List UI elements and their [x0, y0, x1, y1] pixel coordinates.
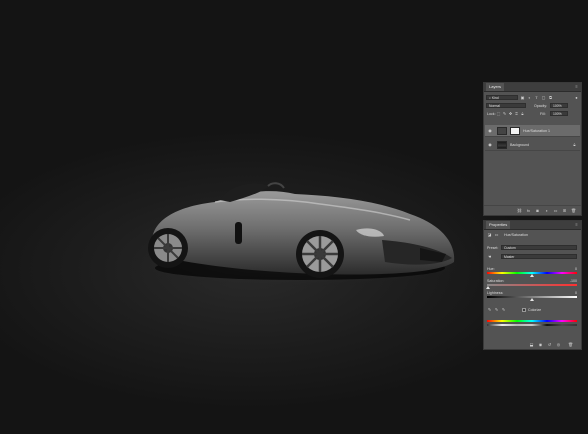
saturation-value[interactable]: -100 [570, 279, 577, 283]
hue-saturation-icon: ◪ [487, 232, 492, 237]
tab-properties[interactable]: Properties [486, 221, 511, 229]
new-group-icon[interactable]: ▭ [553, 208, 558, 213]
eyedropper-icon[interactable]: ✎ [487, 307, 492, 312]
hue-slider-knob[interactable] [530, 274, 534, 277]
eyedropper-minus-icon[interactable]: ✎ [501, 307, 506, 312]
colorize-checkbox[interactable] [522, 308, 526, 312]
filter-kind-value: Kind [491, 96, 499, 100]
blend-mode-select[interactable]: Normal [486, 103, 526, 108]
document-canvas[interactable] [0, 0, 588, 434]
filter-smart-object-icon[interactable]: ⧉ [548, 95, 553, 100]
visibility-eye-icon[interactable]: ◉ [487, 142, 493, 148]
tab-layers[interactable]: Layers [486, 83, 505, 91]
properties-panel: Properties ≡ ◪ ▭ Hue/Saturation Preset: … [483, 220, 582, 350]
lock-transparent-icon[interactable]: ⬚ [496, 111, 501, 116]
lock-position-icon[interactable]: ✥ [508, 111, 513, 116]
new-layer-icon[interactable]: ⊞ [562, 208, 567, 213]
layer-name[interactable]: Background [510, 143, 529, 147]
colorize-label: Colorize [528, 308, 542, 312]
saturation-slider-track[interactable] [487, 284, 577, 286]
layers-panel-header: Layers ≡ [484, 83, 581, 92]
toggle-visibility-icon[interactable]: ◎ [556, 342, 561, 347]
layer-style-icon[interactable]: fx [526, 208, 531, 213]
saturation-label: Saturation: [487, 279, 505, 283]
layers-panel: Layers ≡ ⌕ Kind ▣ ◐ T ▢ ⧉ ● Normal Opaci… [483, 82, 582, 216]
link-layers-icon[interactable]: ⛓ [517, 208, 522, 213]
lock-image-icon[interactable]: ✎ [502, 111, 507, 116]
fill-field[interactable]: 100% [550, 111, 568, 116]
view-previous-icon[interactable]: ◉ [538, 342, 543, 347]
adjustment-layer-icon [497, 127, 507, 135]
layer-thumbnail [497, 141, 507, 149]
filter-pixel-icon[interactable]: ▣ [520, 95, 525, 100]
delete-layer-icon[interactable]: 🗑︎ [571, 208, 576, 213]
clip-to-layer-icon[interactable]: ⬓ [529, 342, 534, 347]
fill-label: Fill: [540, 112, 546, 116]
lock-label: Lock: [487, 112, 496, 116]
delete-adjustment-icon[interactable]: 🗑︎ [568, 342, 573, 347]
lock-artboard-icon[interactable]: ⌗ [514, 111, 519, 116]
filter-adjustment-icon[interactable]: ◐ [527, 95, 532, 100]
mask-icon[interactable]: ▭ [494, 232, 499, 237]
lightness-label: Lightness: [487, 291, 504, 295]
channel-select[interactable]: Master [501, 254, 577, 259]
targeted-adjustment-hand-icon[interactable]: ☚ [487, 254, 492, 259]
panel-menu-icon[interactable]: ≡ [574, 84, 579, 89]
add-mask-icon[interactable]: ◙ [535, 208, 540, 213]
layer-row-hue-saturation[interactable]: ◉ Hue/Saturation 1 [485, 125, 580, 137]
panel-menu-icon[interactable]: ≡ [574, 222, 579, 227]
eyedropper-plus-icon[interactable]: ✎ [494, 307, 499, 312]
opacity-label: Opacity: [534, 104, 548, 108]
lock-all-icon[interactable]: 🔒︎ [520, 111, 525, 116]
opacity-field[interactable]: 100% [550, 103, 568, 108]
layer-mask-thumbnail [510, 127, 520, 135]
reset-icon[interactable]: ↺ [547, 342, 552, 347]
output-color-bar [487, 324, 577, 326]
car-photo [120, 182, 470, 287]
lock-icon: 🔒︎ [573, 142, 576, 147]
new-adjustment-icon[interactable]: ◑ [544, 208, 549, 213]
layer-row-background[interactable]: ◉ Background 🔒︎ [485, 139, 580, 151]
layer-name[interactable]: Hue/Saturation 1 [523, 129, 550, 133]
adjustment-title: Hue/Saturation [504, 233, 528, 237]
filter-shape-icon[interactable]: ▢ [541, 95, 546, 100]
filter-toggle-icon[interactable]: ● [574, 95, 579, 100]
visibility-eye-icon[interactable]: ◉ [487, 128, 493, 134]
lightness-slider-knob[interactable] [530, 298, 534, 301]
hue-value[interactable]: 0 [575, 267, 577, 271]
filter-kind-select[interactable]: ⌕ Kind [486, 95, 518, 100]
saturation-slider-knob[interactable] [486, 286, 490, 289]
filter-type-icon[interactable]: T [534, 95, 539, 100]
preset-select[interactable]: Custom [501, 245, 577, 250]
lightness-value[interactable]: 0 [575, 291, 577, 295]
preset-label: Preset: [487, 246, 499, 250]
hue-label: Hue: [487, 267, 495, 271]
properties-panel-header: Properties ≡ [484, 221, 581, 230]
layers-footer: ⛓ fx ◙ ◑ ▭ ⊞ 🗑︎ [484, 205, 581, 215]
properties-footer: ⬓ ◉ ↺ ◎ 🗑︎ [484, 340, 581, 349]
input-color-bar [487, 320, 577, 322]
